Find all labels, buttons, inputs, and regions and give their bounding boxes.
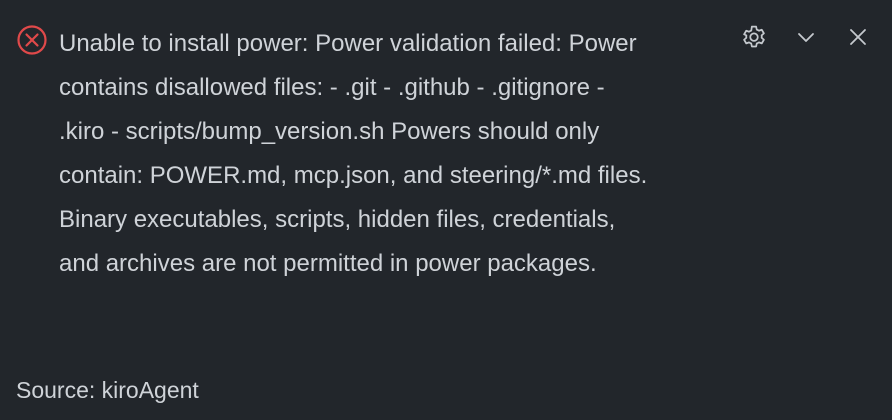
error-notification: Unable to install power: Power validatio…	[0, 0, 892, 420]
notification-actions	[738, 22, 874, 56]
error-icon	[16, 24, 48, 56]
gear-icon	[739, 22, 769, 57]
close-icon	[848, 27, 868, 52]
message-line: Unable to install power: Power validatio…	[59, 30, 637, 57]
message-line: .kiro - scripts/bump_version.sh Powers s…	[59, 118, 600, 145]
notification-source: Source: kiroAgent	[16, 377, 199, 403]
collapse-button[interactable]	[790, 23, 822, 55]
message-line: contain: POWER.md, mcp.json, and steerin…	[59, 162, 648, 189]
close-button[interactable]	[842, 23, 874, 55]
settings-button[interactable]	[738, 23, 770, 55]
message-line: and archives are not permitted in power …	[59, 250, 597, 277]
message-line: contains disallowed files: - .git - .git…	[59, 74, 605, 101]
message-line: Binary executables, scripts, hidden file…	[59, 206, 616, 233]
chevron-down-icon	[795, 26, 817, 53]
notification-message: Unable to install power: Power validatio…	[59, 22, 739, 286]
